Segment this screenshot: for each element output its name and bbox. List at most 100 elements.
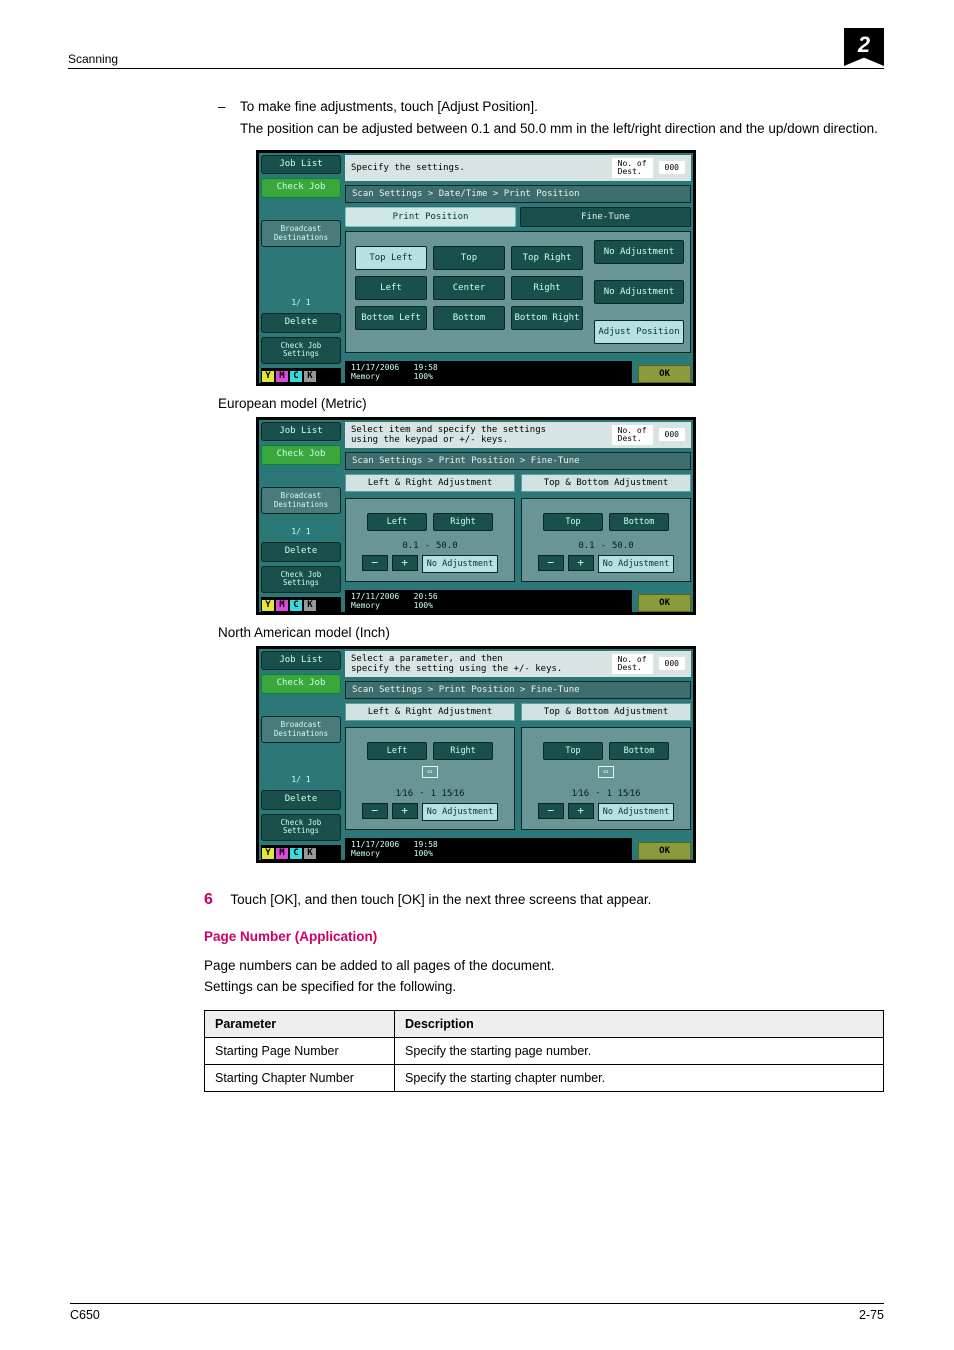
no-adjustment-button[interactable]: No Adjustment: [422, 803, 499, 821]
left-right-section: Left & Right Adjustment: [345, 474, 515, 492]
plus-button[interactable]: +: [392, 555, 418, 571]
pos-center[interactable]: Center: [433, 276, 505, 300]
pos-bottom-left[interactable]: Bottom Left: [355, 306, 427, 330]
delete-button[interactable]: Delete: [261, 542, 341, 562]
check-job-button[interactable]: Check Job: [261, 178, 341, 198]
double-arrow-icon: ⇔: [422, 766, 437, 778]
breadcrumb: Scan Settings > Print Position > Fine-Tu…: [345, 681, 691, 699]
pos-right[interactable]: Right: [511, 276, 583, 300]
page-indicator: 1/ 1: [261, 525, 341, 538]
page-indicator: 1/ 1: [261, 296, 341, 309]
bottom-button[interactable]: Bottom: [609, 513, 669, 531]
pos-top-right[interactable]: Top Right: [511, 246, 583, 270]
dest-count-label: No. of Dest.: [612, 654, 653, 674]
toner-indicator: YMCK: [261, 845, 341, 860]
ok-button[interactable]: OK: [638, 594, 691, 612]
tab-fine-tune[interactable]: Fine-Tune: [520, 207, 691, 227]
panel-title: Select a parameter, and then specify the…: [351, 654, 562, 674]
job-list-button[interactable]: Job List: [261, 422, 341, 442]
cell-param: Starting Chapter Number: [205, 1064, 395, 1091]
status-bar: 17/11/2006 20:56 Memory 100%: [345, 590, 632, 612]
minus-button[interactable]: −: [538, 555, 564, 571]
broadcast-destinations-button[interactable]: Broadcast Destinations: [261, 220, 341, 247]
pos-bottom[interactable]: Bottom: [433, 306, 505, 330]
check-job-settings-button[interactable]: Check Job Settings: [261, 337, 341, 364]
pos-top[interactable]: Top: [433, 246, 505, 270]
bottom-button[interactable]: Bottom: [609, 742, 669, 760]
plus-button[interactable]: +: [568, 555, 594, 571]
no-adjustment-button[interactable]: No Adjustment: [422, 555, 499, 573]
check-job-settings-button[interactable]: Check Job Settings: [261, 566, 341, 593]
plus-button[interactable]: +: [568, 803, 594, 819]
ok-button[interactable]: OK: [638, 365, 691, 383]
range-hi: 50.0: [436, 541, 458, 551]
th-parameter: Parameter: [205, 1010, 395, 1037]
range-lo: 0.1: [578, 541, 594, 551]
breadcrumb: Scan Settings > Date/Time > Print Positi…: [345, 185, 691, 203]
body-text: Settings can be specified for the follow…: [204, 979, 884, 994]
cell-param: Starting Page Number: [205, 1037, 395, 1064]
top-button[interactable]: Top: [543, 513, 603, 531]
minus-button[interactable]: −: [362, 555, 388, 571]
cell-desc: Specify the starting chapter number.: [395, 1064, 884, 1091]
range-lo: 1⁄16: [395, 788, 413, 799]
toner-indicator: YMCK: [261, 597, 341, 612]
check-job-button[interactable]: Check Job: [261, 445, 341, 465]
minus-button[interactable]: −: [538, 803, 564, 819]
pos-left[interactable]: Left: [355, 276, 427, 300]
parameter-table: Parameter Description Starting Page Numb…: [204, 1010, 884, 1092]
job-list-button[interactable]: Job List: [261, 651, 341, 671]
no-adjustment-button[interactable]: No Adjustment: [598, 555, 675, 573]
chapter-badge: 2: [844, 28, 884, 66]
pos-bottom-right[interactable]: Bottom Right: [511, 306, 583, 330]
page-indicator: 1/ 1: [261, 773, 341, 786]
dest-count: 000: [659, 161, 685, 174]
cell-desc: Specify the starting page number.: [395, 1037, 884, 1064]
job-list-button[interactable]: Job List: [261, 155, 341, 175]
left-button[interactable]: Left: [367, 513, 427, 531]
top-bottom-section: Top & Bottom Adjustment: [521, 703, 691, 721]
dest-count: 000: [659, 428, 685, 441]
section-heading: Page Number (Application): [204, 929, 884, 944]
left-right-section: Left & Right Adjustment: [345, 703, 515, 721]
footer-page: 2-75: [859, 1308, 884, 1322]
screenshot-fine-tune-inch: Job List Check Job Broadcast Destination…: [256, 646, 696, 863]
tab-print-position[interactable]: Print Position: [345, 207, 516, 227]
step-6: 6 Touch [OK], and then touch [OK] in the…: [204, 891, 884, 909]
top-button[interactable]: Top: [543, 742, 603, 760]
plus-button[interactable]: +: [392, 803, 418, 819]
ok-button[interactable]: OK: [638, 842, 691, 860]
range-hi: 1 15⁄16: [607, 788, 641, 799]
dest-count-label: No. of Dest.: [612, 425, 653, 445]
no-adjustment-lr[interactable]: No Adjustment: [594, 240, 684, 264]
right-button[interactable]: Right: [433, 742, 493, 760]
no-adjustment-button[interactable]: No Adjustment: [598, 803, 675, 821]
panel-title: Select item and specify the settings usi…: [351, 425, 546, 445]
table-row: Starting Page Number Specify the startin…: [205, 1037, 884, 1064]
table-row: Starting Chapter Number Specify the star…: [205, 1064, 884, 1091]
delete-button[interactable]: Delete: [261, 313, 341, 333]
step-text: Touch [OK], and then touch [OK] in the n…: [230, 892, 651, 907]
screenshot-print-position: Job List Check Job Broadcast Destination…: [256, 150, 696, 386]
dest-count-label: No. of Dest.: [612, 158, 653, 178]
left-button[interactable]: Left: [367, 742, 427, 760]
caption-euro: European model (Metric): [218, 396, 884, 411]
delete-button[interactable]: Delete: [261, 790, 341, 810]
no-adjustment-tb[interactable]: No Adjustment: [594, 280, 684, 304]
footer-model: C650: [70, 1308, 100, 1322]
dest-count: 000: [659, 657, 685, 670]
body-text: Page numbers can be added to all pages o…: [204, 958, 884, 973]
minus-button[interactable]: −: [362, 803, 388, 819]
adjust-position-button[interactable]: Adjust Position: [594, 320, 684, 344]
right-button[interactable]: Right: [433, 513, 493, 531]
double-arrow-icon: ⇔: [598, 766, 613, 778]
check-job-button[interactable]: Check Job: [261, 674, 341, 694]
check-job-settings-button[interactable]: Check Job Settings: [261, 814, 341, 841]
pos-top-left[interactable]: Top Left: [355, 246, 427, 270]
top-bottom-section: Top & Bottom Adjustment: [521, 474, 691, 492]
range-lo: 1⁄16: [571, 788, 589, 799]
step-number: 6: [204, 891, 213, 908]
bullet-text: To make fine adjustments, touch [Adjust …: [240, 97, 538, 117]
broadcast-destinations-button[interactable]: Broadcast Destinations: [261, 487, 341, 514]
broadcast-destinations-button[interactable]: Broadcast Destinations: [261, 716, 341, 743]
